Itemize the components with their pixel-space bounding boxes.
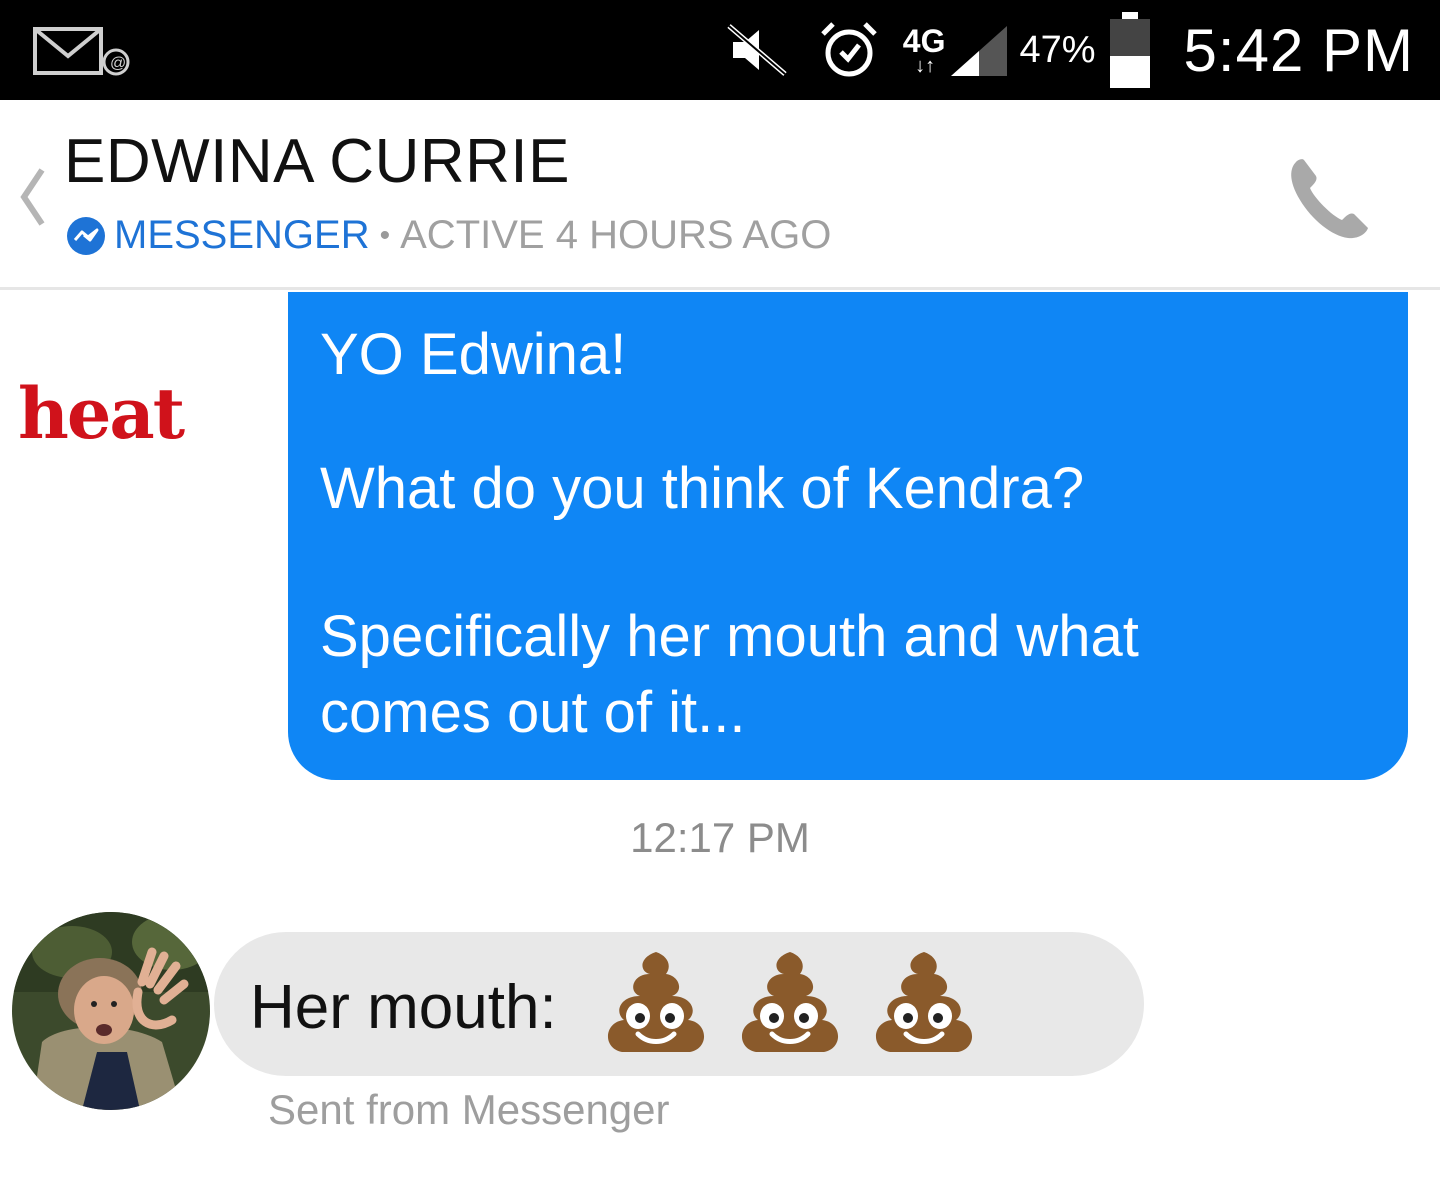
phone-icon <box>1291 159 1368 239</box>
message-timestamp: 12:17 PM <box>630 814 810 861</box>
call-button[interactable] <box>1282 150 1378 246</box>
messenger-label: MESSENGER <box>114 213 370 257</box>
outgoing-message-bubble[interactable]: YO Edwina! What do you think of Kendra? … <box>288 292 1408 780</box>
conversation-header: EDWINA CURRIE MESSENGER • ACTIVE 4 HOURS… <box>0 100 1440 290</box>
chevron-left-icon <box>20 168 45 226</box>
heat-logo-watermark: heat <box>18 372 185 455</box>
battery-percent: 47% <box>1019 28 1096 71</box>
signal-icon <box>947 22 1011 78</box>
messenger-icon <box>67 216 105 255</box>
separator-dot: • <box>379 218 391 252</box>
status-time: 5:42 PM <box>1183 16 1414 84</box>
pile-of-poo-icon <box>741 952 839 1052</box>
message-line: YO Edwina! <box>320 322 627 387</box>
mute-icon <box>725 22 789 78</box>
pile-of-poo-icon <box>875 952 973 1052</box>
back-button[interactable] <box>14 162 54 232</box>
contact-avatar[interactable] <box>12 912 210 1110</box>
emoji-row <box>598 948 1000 1058</box>
message-line: What do you think of Kendra? <box>320 456 1085 521</box>
status-bar: @ 4G ↓↑ 47% 5:42 PM <box>0 0 1440 100</box>
data-arrows-icon: ↓↑ <box>915 54 936 77</box>
pile-of-poo-icon <box>607 952 705 1052</box>
contact-name[interactable]: EDWINA CURRIE <box>64 126 570 197</box>
incoming-message-text: Her mouth: <box>250 973 557 1042</box>
battery-icon <box>1109 12 1150 88</box>
incoming-message-bubble[interactable]: Her mouth: <box>214 932 1144 1076</box>
svg-text:@: @ <box>110 55 126 72</box>
mail-notification-icon: @ <box>32 26 132 83</box>
active-status: ACTIVE 4 HOURS AGO <box>400 213 832 257</box>
sent-from-label: Sent from Messenger <box>268 1086 670 1133</box>
message-line: comes out of it... <box>320 680 746 745</box>
message-line: Specifically her mouth and what <box>320 604 1139 669</box>
network-indicator: 4G ↓↑ <box>902 22 948 77</box>
contact-subtitle: MESSENGER • ACTIVE 4 HOURS AGO <box>66 213 831 258</box>
network-type: 4G <box>902 22 946 59</box>
alarm-icon <box>819 20 879 80</box>
